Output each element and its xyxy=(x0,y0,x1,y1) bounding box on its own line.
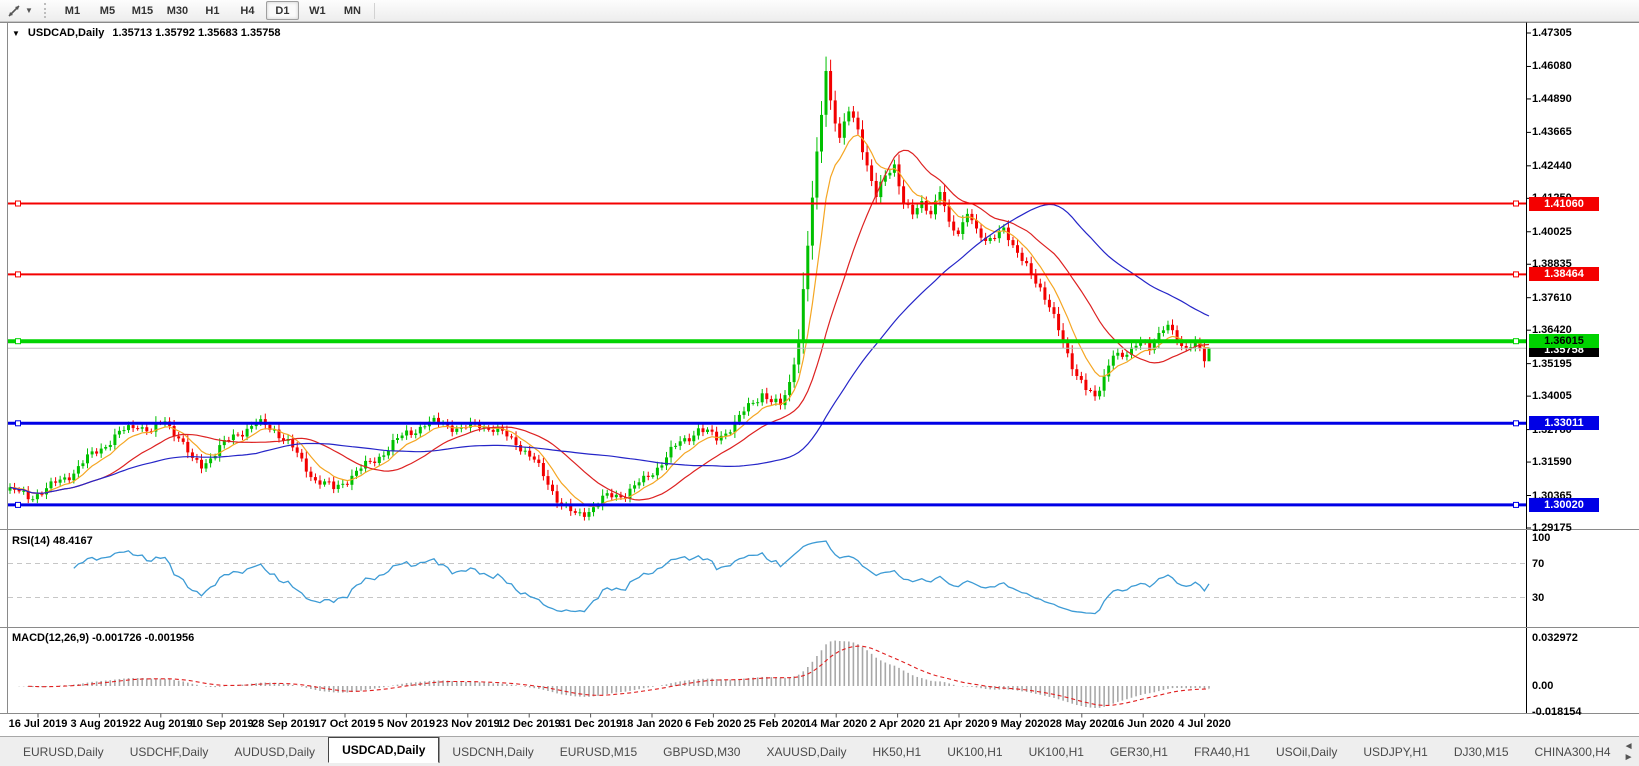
chart-dropdown-icon[interactable]: ▼ xyxy=(12,29,20,38)
price-tick-label: 1.31590 xyxy=(1532,455,1632,469)
chart-tab-dj30-m15[interactable]: DJ30,M15 xyxy=(1441,741,1522,763)
timeframe-button-m15[interactable]: M15 xyxy=(126,1,159,20)
trendline-tool-icon[interactable] xyxy=(6,3,22,19)
date-tick-label: 9 May 2020 xyxy=(991,717,1049,731)
date-tick-label: 16 Jun 2020 xyxy=(1112,717,1174,731)
chart-tab-hk50-h1[interactable]: HK50,H1 xyxy=(860,741,935,763)
date-tick-label: 28 Sep 2019 xyxy=(252,717,315,731)
timeframe-button-m1[interactable]: M1 xyxy=(56,1,89,20)
chart-tab-usdjpy-h1[interactable]: USDJPY,H1 xyxy=(1350,741,1440,763)
date-tick-label: 12 Dec 2019 xyxy=(498,717,561,731)
chart-title-bar: ▼ USDCAD,Daily 1.35713 1.35792 1.35683 1… xyxy=(12,27,281,39)
chart-tab-uk100-h1[interactable]: UK100,H1 xyxy=(1016,741,1097,763)
toolbar-grip[interactable] xyxy=(44,3,50,18)
date-tick-label: 17 Oct 2019 xyxy=(314,717,375,731)
chart-tab-usdchf-daily[interactable]: USDCHF,Daily xyxy=(117,741,222,763)
date-tick-label: 23 Nov 2019 xyxy=(436,717,500,731)
timeframe-button-mn[interactable]: MN xyxy=(336,1,369,20)
timeframe-button-h1[interactable]: H1 xyxy=(196,1,229,20)
rsi-tick-label: 100 xyxy=(1532,531,1632,545)
timeframe-button-h4[interactable]: H4 xyxy=(231,1,264,20)
macd-tick-label: 0.00 xyxy=(1532,679,1632,693)
timeframe-button-d1[interactable]: D1 xyxy=(266,1,299,20)
chart-tab-audusd-daily[interactable]: AUDUSD,Daily xyxy=(221,741,328,763)
timeframe-button-m30[interactable]: M30 xyxy=(161,1,194,20)
timeframe-button-group: M1M5M15M30H1H4D1W1MN xyxy=(55,1,370,20)
chart-tab-usdcad-daily[interactable]: USDCAD,Daily xyxy=(328,737,439,763)
chart-canvas[interactable] xyxy=(0,0,1639,766)
date-tick-label: 25 Feb 2020 xyxy=(744,717,806,731)
date-tick-label: 18 Jan 2020 xyxy=(621,717,683,731)
price-tick-label: 1.42440 xyxy=(1532,159,1632,173)
rsi-tick-label: 30 xyxy=(1532,591,1632,605)
chart-tab-gbpusd-m30[interactable]: GBPUSD,M30 xyxy=(650,741,753,763)
date-tick-label: 2 Apr 2020 xyxy=(870,717,925,731)
chart-tab-china300-h4[interactable]: CHINA300,H4 xyxy=(1522,741,1624,763)
level-price-chip: 1.41060 xyxy=(1529,197,1599,211)
date-tick-label: 4 Jul 2020 xyxy=(1178,717,1231,731)
price-tick-label: 1.47305 xyxy=(1532,26,1632,40)
macd-tick-label: 0.032972 xyxy=(1532,631,1632,645)
chart-tab-fra40-h1[interactable]: FRA40,H1 xyxy=(1181,741,1263,763)
date-tick-label: 22 Aug 2019 xyxy=(129,717,193,731)
timeframe-button-w1[interactable]: W1 xyxy=(301,1,334,20)
macd-tick-label: -0.018154 xyxy=(1532,705,1632,719)
date-tick-label: 5 Nov 2019 xyxy=(378,717,435,731)
price-tick-label: 1.43665 xyxy=(1532,125,1632,139)
chart-tab-bar: EURUSD,DailyUSDCHF,DailyAUDUSD,DailyUSDC… xyxy=(0,736,1639,766)
chart-symbol-label: USDCAD,Daily xyxy=(28,27,104,39)
chart-quote-values: 1.35713 1.35792 1.35683 1.35758 xyxy=(112,27,280,39)
trendline-dropdown-caret-icon[interactable]: ▼ xyxy=(25,6,33,15)
level-price-chip: 1.33011 xyxy=(1529,416,1599,430)
level-price-chip: 1.30020 xyxy=(1529,498,1599,512)
tab-scroll-arrows-icon[interactable]: ◄ ► xyxy=(1624,741,1639,763)
rsi-tick-label: 70 xyxy=(1532,557,1632,571)
rsi-label: RSI(14) 48.4167 xyxy=(12,535,93,547)
timeframe-button-m5[interactable]: M5 xyxy=(91,1,124,20)
date-tick-label: 3 Aug 2019 xyxy=(71,717,129,731)
chart-tab-usdcnh-daily[interactable]: USDCNH,Daily xyxy=(439,741,546,763)
toolbar: ▼ M1M5M15M30H1H4D1W1MN xyxy=(0,0,1639,22)
date-tick-label: 6 Feb 2020 xyxy=(685,717,741,731)
price-tick-label: 1.34005 xyxy=(1532,389,1632,403)
level-price-chip: 1.38464 xyxy=(1529,267,1599,281)
chart-tab-uk100-h1[interactable]: UK100,H1 xyxy=(934,741,1015,763)
date-tick-label: 16 Jul 2019 xyxy=(9,717,68,731)
date-tick-label: 21 Apr 2020 xyxy=(928,717,989,731)
toolbar-separator xyxy=(374,3,375,19)
chart-tab-eurusd-daily[interactable]: EURUSD,Daily xyxy=(10,741,117,763)
price-tick-label: 1.35195 xyxy=(1532,357,1632,371)
drawing-tool-group: ▼ xyxy=(0,0,39,21)
chart-tab-eurusd-m15[interactable]: EURUSD,M15 xyxy=(547,741,650,763)
chart-tab-ger30-h1[interactable]: GER30,H1 xyxy=(1097,741,1181,763)
date-tick-label: 31 Dec 2019 xyxy=(559,717,622,731)
macd-label: MACD(12,26,9) -0.001726 -0.001956 xyxy=(12,632,194,644)
chart-tab-usoil-daily[interactable]: USOil,Daily xyxy=(1263,741,1350,763)
price-tick-label: 1.46080 xyxy=(1532,59,1632,73)
price-tick-label: 1.44890 xyxy=(1532,92,1632,106)
date-tick-label: 10 Sep 2019 xyxy=(191,717,254,731)
date-tick-label: 28 May 2020 xyxy=(1050,717,1114,731)
price-tick-label: 1.40025 xyxy=(1532,225,1632,239)
chart-tab-xauusd-daily[interactable]: XAUUSD,Daily xyxy=(753,741,859,763)
date-tick-label: 14 Mar 2020 xyxy=(805,717,867,731)
price-tick-label: 1.37610 xyxy=(1532,291,1632,305)
level-price-chip: 1.36015 xyxy=(1529,334,1599,348)
